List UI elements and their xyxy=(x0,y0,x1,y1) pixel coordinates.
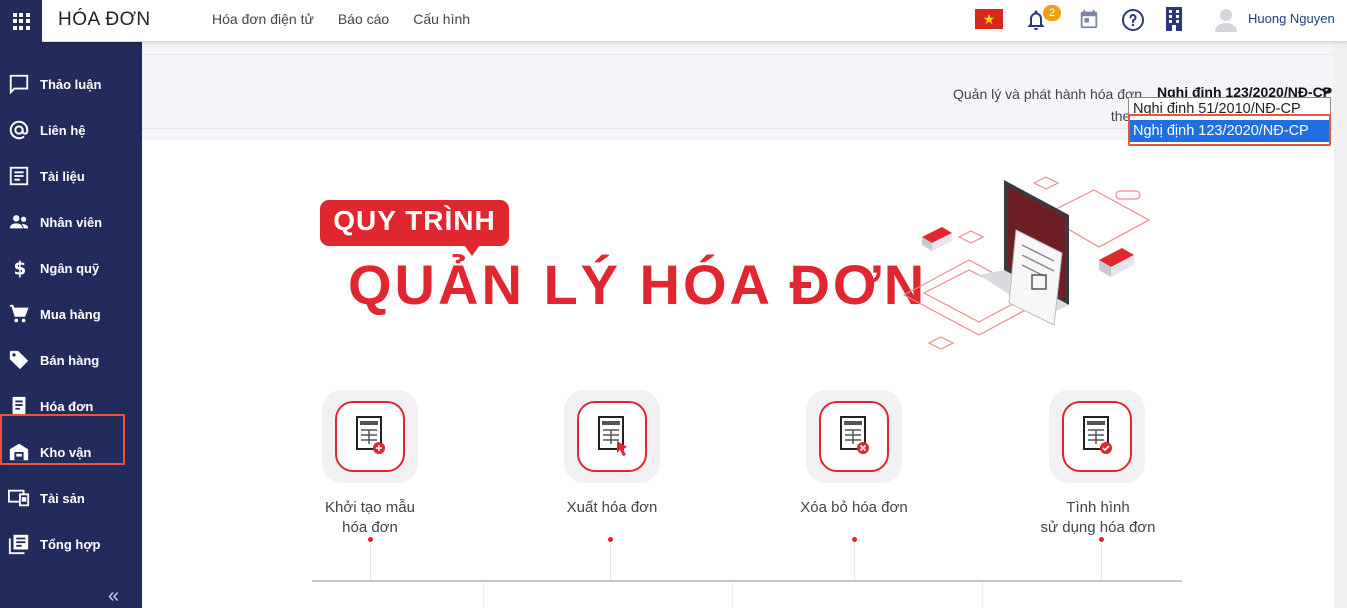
sidebar-item-label: Nhân viên xyxy=(40,214,103,230)
step-delete-invoice[interactable] xyxy=(806,390,902,483)
step-ring xyxy=(335,401,405,472)
document-icon xyxy=(9,166,29,186)
app-title: HÓA ĐƠN xyxy=(58,9,151,30)
nav-hoa-don-dien-tu[interactable]: Hóa đơn điện tử xyxy=(212,11,314,27)
timeline-dot xyxy=(1099,537,1104,542)
step-label: Xuất hóa đơn xyxy=(522,498,702,518)
column-divider xyxy=(483,582,484,608)
invoice-add-icon xyxy=(356,416,385,454)
chat-icon xyxy=(9,74,29,95)
sidebar-item-nhan-vien[interactable]: Nhân viên xyxy=(0,202,142,242)
step-issue-invoice[interactable] xyxy=(564,390,660,483)
at-icon xyxy=(9,120,29,140)
invoice-check-icon xyxy=(1083,416,1112,454)
apps-grid-icon xyxy=(12,12,30,30)
help-icon[interactable] xyxy=(1121,8,1145,32)
timeline-connector xyxy=(370,544,371,580)
invoice-illustration-icon xyxy=(902,176,1151,350)
invoice-issue-icon xyxy=(598,416,627,456)
timeline-connector xyxy=(610,544,611,580)
sidebar: Thảo luận Liên hệ Tài liệu Nhân viên $ N… xyxy=(0,42,142,608)
step-label-line2: sử dụng hóa đơn xyxy=(1040,519,1156,536)
sidebar-item-lien-he[interactable]: Liên hệ xyxy=(0,110,142,150)
nav-cau-hinh[interactable]: Cấu hình xyxy=(413,11,470,27)
step-label-line1: Khởi tạo mẫu xyxy=(325,499,415,516)
sidebar-item-ban-hang[interactable]: Bán hàng xyxy=(0,340,142,380)
people-icon xyxy=(9,215,29,229)
step-usage-status[interactable] xyxy=(1049,390,1145,483)
sidebar-item-label: Tài liệu xyxy=(40,168,85,184)
sidebar-item-label: Liên hệ xyxy=(40,122,86,138)
vietnam-flag-icon[interactable]: ★ xyxy=(975,9,1003,29)
sidebar-item-mua-hang[interactable]: Mua hàng xyxy=(0,294,142,334)
notification-badge: 2 xyxy=(1043,5,1061,21)
sidebar-item-tong-hop[interactable]: Tổng hợp xyxy=(0,524,142,564)
main-content: Quản lý và phát hành hóa đơn theo: Nghị … xyxy=(142,42,1347,608)
step-label-line1: Tình hình xyxy=(1066,499,1130,516)
sidebar-item-label: Tài sản xyxy=(40,490,85,506)
username[interactable]: Huong Nguyen xyxy=(1248,11,1335,26)
sidebar-item-label: Thảo luận xyxy=(40,76,102,92)
sidebar-item-ngan-quy[interactable]: $ Ngân quỹ xyxy=(0,248,142,288)
option-highlight-box xyxy=(1128,114,1331,146)
dollar-icon: $ xyxy=(14,258,27,279)
sidebar-item-tai-san[interactable]: Tài sản xyxy=(0,478,142,518)
timeline-connector xyxy=(854,544,855,580)
step-label: Xóa bỏ hóa đơn xyxy=(764,498,944,518)
scrollbar[interactable] xyxy=(1334,42,1347,608)
company-building-icon[interactable] xyxy=(1162,6,1186,32)
hero-title: QUẢN LÝ HÓA ĐƠN xyxy=(348,253,928,316)
column-divider xyxy=(732,582,733,608)
top-nav: Hóa đơn điện tử Báo cáo Cấu hình xyxy=(212,11,494,27)
timeline-dot xyxy=(368,537,373,542)
library-icon xyxy=(8,534,29,555)
step-label-line1: Xuất hóa đơn xyxy=(566,499,658,516)
sidebar-item-label: Bán hàng xyxy=(40,352,100,368)
column-divider xyxy=(982,582,983,608)
svg-text:$: $ xyxy=(14,258,27,279)
chevron-down-icon[interactable] xyxy=(1320,85,1332,97)
top-bar: HÓA ĐƠN Hóa đơn điện tử Báo cáo Cấu hình… xyxy=(0,0,1347,42)
timeline-dot xyxy=(852,537,857,542)
step-label: Khởi tạo mẫu hóa đơn xyxy=(280,498,460,538)
timeline-dot xyxy=(608,537,613,542)
sidebar-item-label: Ngân quỹ xyxy=(40,260,100,276)
active-item-highlight xyxy=(0,414,125,465)
step-label-line1: Xóa bỏ hóa đơn xyxy=(800,499,908,516)
nav-bao-cao[interactable]: Báo cáo xyxy=(338,11,389,27)
process-badge-text: QUY TRÌNH xyxy=(333,205,496,236)
filter-label: Quản lý và phát hành hóa đơn theo: xyxy=(953,86,1142,124)
step-create-template[interactable] xyxy=(322,390,418,483)
sidebar-item-tai-lieu[interactable]: Tài liệu xyxy=(0,156,142,196)
timeline-connector xyxy=(1101,544,1102,580)
step-ring xyxy=(577,401,647,472)
sidebar-item-label: Tổng hợp xyxy=(40,536,101,552)
sidebar-item-label: Hóa đơn xyxy=(40,398,94,414)
devices-icon xyxy=(8,489,30,507)
step-ring xyxy=(1062,401,1132,472)
invoice-delete-icon xyxy=(840,416,869,454)
timeline-line xyxy=(312,580,1182,582)
apps-menu-button[interactable] xyxy=(0,0,42,42)
step-label-line2: hóa đơn xyxy=(342,519,398,536)
step-label: Tình hình sử dụng hóa đơn xyxy=(1008,498,1188,538)
step-ring xyxy=(819,401,889,472)
cart-icon xyxy=(9,304,29,323)
tag-icon xyxy=(9,350,29,370)
user-avatar-icon[interactable] xyxy=(1212,5,1240,33)
sidebar-item-thao-luan[interactable]: Thảo luận xyxy=(0,64,142,104)
calendar-icon[interactable] xyxy=(1078,8,1100,30)
collapse-sidebar-button[interactable]: « xyxy=(108,585,119,608)
sidebar-item-label: Mua hàng xyxy=(40,306,101,322)
process-card: QUY TRÌNH QUẢN LÝ HÓA ĐƠN Khởi tạo mẫu h… xyxy=(142,140,1334,608)
